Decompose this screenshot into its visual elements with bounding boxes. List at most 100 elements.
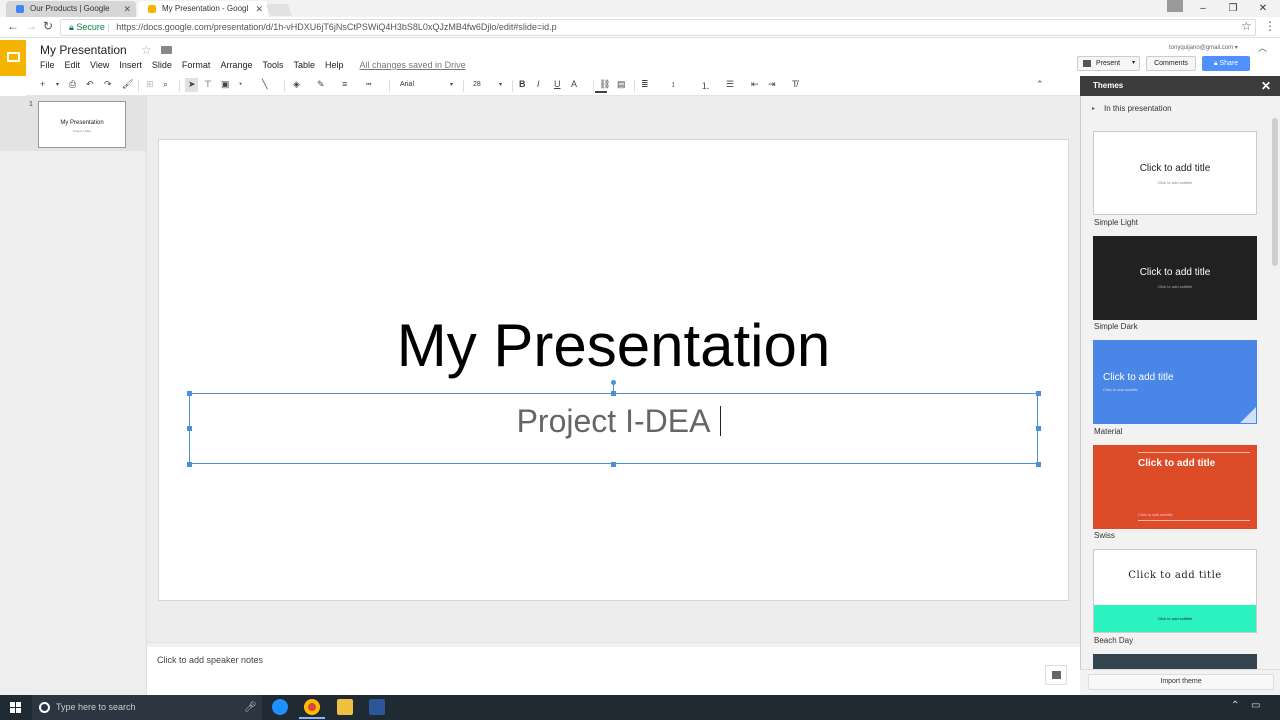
chevron-up-icon[interactable]: ⌃ xyxy=(1231,700,1239,711)
close-tab-icon[interactable]: ✕ xyxy=(123,1,131,17)
chevron-down-icon[interactable]: ▾ xyxy=(450,81,453,88)
resize-handle[interactable] xyxy=(187,462,192,467)
slide-thumbnail[interactable]: My Presentation Project I-DEA xyxy=(38,101,126,148)
bold-icon[interactable]: B xyxy=(519,79,526,89)
windows-start-icon[interactable] xyxy=(10,702,22,714)
menu-view[interactable]: View xyxy=(90,60,109,72)
window-close-icon[interactable]: ✕ xyxy=(1248,0,1278,17)
new-slide-icon[interactable]: + xyxy=(40,79,45,89)
browser-tab-presentation[interactable]: My Presentation - Googl ✕ xyxy=(138,1,268,17)
menu-format[interactable]: Format xyxy=(182,60,211,72)
theme-name[interactable]: Material xyxy=(1094,427,1122,436)
fill-color-icon[interactable]: ◈ xyxy=(293,79,300,90)
theme-simple-light[interactable]: Click to add title Click to add subtitle xyxy=(1093,131,1257,215)
line-spacing-icon[interactable]: ↕ xyxy=(671,79,676,89)
menu-insert[interactable]: Insert xyxy=(119,60,142,72)
share-button[interactable]: 🔒︎ Share xyxy=(1202,56,1250,71)
align-icon[interactable]: ≣ xyxy=(641,79,649,90)
bulleted-list-icon[interactable]: ☰ xyxy=(726,79,734,90)
account-email[interactable]: tonyquijano@gmail.com ▾ xyxy=(1169,44,1238,51)
chevron-down-icon[interactable]: ▾ xyxy=(1132,57,1135,70)
redo-icon[interactable]: ↷ xyxy=(104,79,112,90)
menu-slide[interactable]: Slide xyxy=(152,60,172,72)
paint-format-icon[interactable]: 🖌︎ xyxy=(122,79,133,90)
chevron-down-icon[interactable]: ▾ xyxy=(56,81,59,88)
theme-name[interactable]: Swiss xyxy=(1094,531,1115,540)
resize-handle[interactable] xyxy=(1036,391,1041,396)
line-icon[interactable]: ╲ xyxy=(262,79,267,90)
collapse-menus-icon[interactable]: ︿ xyxy=(1258,41,1267,54)
document-title[interactable]: My Presentation xyxy=(40,43,127,57)
comment-icon[interactable]: ▤ xyxy=(617,79,626,90)
font-size-select[interactable]: 28 xyxy=(473,81,481,88)
minimize-icon[interactable]: – xyxy=(1188,0,1218,17)
image-icon[interactable]: ▣ xyxy=(221,79,230,90)
user-profile-icon[interactable] xyxy=(1167,0,1183,12)
resize-handle[interactable] xyxy=(187,391,192,396)
slide-title[interactable]: My Presentation xyxy=(158,311,1069,380)
themes-section-header[interactable]: ▸ In this presentation xyxy=(1080,100,1272,118)
text-box-icon[interactable]: ⊤ xyxy=(204,79,212,90)
menu-help[interactable]: Help xyxy=(325,60,344,72)
star-icon[interactable]: ☆ xyxy=(141,43,152,57)
close-tab-icon[interactable]: ✕ xyxy=(255,1,263,17)
theme-name[interactable]: Simple Light xyxy=(1094,218,1138,227)
menu-arrange[interactable]: Arrange xyxy=(220,60,252,72)
themes-scrollbar[interactable] xyxy=(1272,118,1278,266)
decrease-indent-icon[interactable]: ⇤ xyxy=(751,79,759,90)
menu-file[interactable]: File xyxy=(40,60,55,72)
border-weight-icon[interactable]: ≡ xyxy=(342,79,347,89)
maximize-icon[interactable]: ❐ xyxy=(1218,0,1248,17)
folder-icon[interactable] xyxy=(161,46,172,54)
address-input[interactable]: 🔒︎ Secure | https://docs.google.com/pres… xyxy=(60,19,1256,36)
rotate-handle[interactable] xyxy=(611,380,616,385)
select-cursor-icon[interactable]: ➤ xyxy=(188,79,196,90)
comments-button[interactable]: Comments xyxy=(1146,56,1196,71)
border-dash-icon[interactable]: ┅ xyxy=(366,79,371,90)
italic-icon[interactable]: I xyxy=(537,79,540,89)
slide-subtitle[interactable]: Project I-DEA xyxy=(189,403,1038,440)
zoom-fit-icon[interactable]: ⊞ xyxy=(146,79,154,90)
browser-tab-products[interactable]: Our Products | Google ✕ xyxy=(6,1,136,17)
file-explorer-icon[interactable] xyxy=(337,699,353,715)
theme-material[interactable]: Click to add title Click to add subtitle xyxy=(1093,340,1257,424)
shape-icon[interactable]: ◔ xyxy=(237,79,242,89)
speaker-notes-placeholder[interactable]: Click to add speaker notes xyxy=(157,655,263,665)
collapse-toolbar-icon[interactable]: ⌃ xyxy=(1036,79,1044,90)
menu-table[interactable]: Table xyxy=(293,60,315,72)
font-select[interactable]: Arial xyxy=(400,81,414,88)
menu-tools[interactable]: Tools xyxy=(262,60,283,72)
undo-icon[interactable]: ↶ xyxy=(86,79,94,90)
numbered-list-icon[interactable]: ⒈ xyxy=(701,79,710,92)
edge-browser-icon[interactable] xyxy=(272,699,288,715)
resize-handle[interactable] xyxy=(611,391,616,396)
underline-icon[interactable]: U xyxy=(554,79,561,89)
speaker-notes-area[interactable] xyxy=(147,647,1080,695)
theme-beach-day[interactable]: Click to add title Click to add subtitle xyxy=(1093,549,1257,633)
new-tab-button[interactable] xyxy=(265,4,293,16)
theme-name[interactable]: Simple Dark xyxy=(1094,322,1138,331)
clear-formatting-icon[interactable]: T̸ xyxy=(792,79,798,89)
border-color-icon[interactable]: ✎ xyxy=(317,79,325,90)
browser-menu-icon[interactable]: ⋮ xyxy=(1264,19,1276,33)
resize-handle[interactable] xyxy=(1036,462,1041,467)
resize-handle[interactable] xyxy=(611,462,616,467)
theme-swiss[interactable]: Click to add title Click to add subtitle xyxy=(1093,445,1257,529)
import-theme-button[interactable]: Import theme xyxy=(1088,674,1274,690)
notification-icon[interactable]: ▭ xyxy=(1251,700,1260,711)
reload-icon[interactable]: ↻ xyxy=(43,19,53,33)
increase-indent-icon[interactable]: ⇥ xyxy=(768,79,776,90)
print-icon[interactable]: ⎙ xyxy=(69,79,76,90)
explore-button[interactable] xyxy=(1045,665,1067,685)
taskbar-search-box[interactable]: Type here to search 🎤︎ xyxy=(32,695,262,720)
chrome-browser-icon[interactable] xyxy=(304,699,320,715)
close-icon[interactable]: ✕ xyxy=(1261,79,1271,93)
microphone-icon[interactable]: 🎤︎ xyxy=(244,695,257,720)
back-arrow-icon[interactable]: ← xyxy=(7,19,19,33)
chevron-down-icon[interactable]: ▾ xyxy=(499,81,502,88)
save-status-link[interactable]: All changes saved in Drive xyxy=(360,60,466,72)
zoom-icon[interactable]: ⌕ xyxy=(163,79,168,90)
theme-name[interactable]: Beach Day xyxy=(1094,636,1133,645)
link-icon[interactable]: ⛓ xyxy=(599,79,610,90)
present-button[interactable]: Present ▾ xyxy=(1077,56,1140,71)
